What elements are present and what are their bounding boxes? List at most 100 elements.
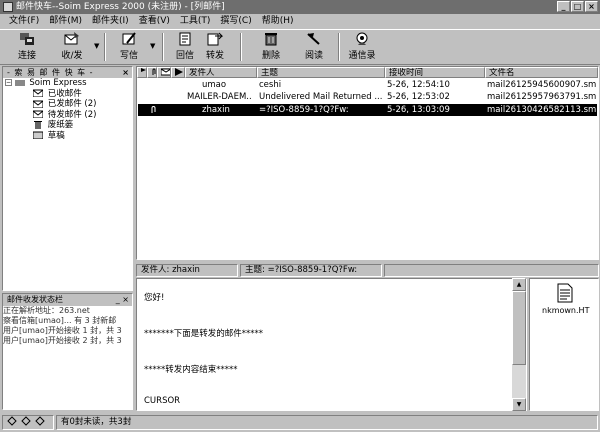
recv-send-button[interactable]: 收/发 [54, 32, 90, 64]
recv-send-dropdown-icon[interactable]: ▼ [94, 42, 99, 50]
folder-label: 已发邮件 [47, 99, 82, 109]
column-time-header[interactable]: 接收时间 [385, 67, 485, 78]
menu-mail[interactable]: 邮件(M) [44, 14, 87, 28]
folder-trash[interactable]: 废纸篓 [5, 120, 132, 131]
row-file: mail26125957963791.sml [487, 92, 597, 102]
scroll-down-arrow-icon[interactable]: ▼ [512, 398, 526, 411]
menu-folder[interactable]: 邮件夹(I) [87, 14, 134, 28]
folder-pane-header: - 索 易 邮 件 快 车 - × [3, 67, 132, 78]
status-pane-controls[interactable]: _ × [116, 294, 129, 306]
address-book-icon [356, 32, 368, 45]
transfer-status-pane: 邮件收发状态栏 _ × 正在解析地址：263.net 察看信箱[umao]...… [2, 293, 133, 410]
column-attach-header[interactable] [147, 67, 157, 78]
body-vertical-scrollbar[interactable]: ▲ ▼ [512, 278, 526, 411]
column-time-label: 接收时间 [389, 68, 424, 78]
folder-outbox[interactable]: 待发邮件 (2) [5, 110, 132, 121]
row-subject: ceshi [259, 80, 282, 90]
write-dropdown-icon[interactable]: ▼ [150, 42, 155, 50]
connect-icon [20, 33, 34, 45]
menu-view[interactable]: 查看(V) [134, 14, 175, 28]
forward-label: 转发 [205, 51, 224, 61]
window-title: 邮件快车--Soim Express 2000 (未注册) - [列邮件] [16, 2, 225, 12]
preview-subject-value: =?ISO-8859-1?Q?Fw: [267, 265, 358, 275]
folder-sent[interactable]: 已发邮件 (2) [5, 99, 132, 110]
reply-button[interactable]: 回信 [170, 32, 200, 64]
column-flag-header[interactable] [137, 67, 147, 78]
trash-icon [34, 120, 42, 129]
folder-pane: - 索 易 邮 件 快 车 - × − Soim Express 已收邮件 已发… [2, 66, 133, 291]
column-read-header[interactable] [157, 67, 171, 78]
message-row[interactable]: MAILER-DAEM.. Undelivered Mail Returned … [138, 91, 597, 103]
preview-subject-field: 主题: =?ISO-8859-1?Q?Fw: [240, 264, 382, 277]
scroll-thumb[interactable] [512, 291, 526, 365]
folder-label: 已收邮件 [47, 88, 82, 99]
row-time: 5-26, 13:03:09 [387, 105, 450, 115]
collapse-icon[interactable]: − [5, 79, 12, 86]
body-line: *******下面是转发的邮件***** [144, 329, 264, 339]
attachment-pane: nkmown.HT [529, 278, 599, 411]
drafts-icon [33, 131, 43, 139]
preview-sender-value: zhaxin [172, 265, 200, 275]
column-file-header[interactable]: 文件名 [485, 67, 598, 78]
menu-compose[interactable]: 撰写(C) [215, 14, 256, 28]
status-message: 有0封未读，共3封 [61, 417, 132, 427]
restore-button[interactable]: □ [571, 1, 584, 12]
row-subject: =?ISO-8859-1?Q?Fw: [259, 105, 349, 115]
log-line: 用户[umao]开始接收 1 封，共 3 [3, 326, 122, 335]
reply-label: 回信 [175, 51, 194, 61]
row-file: mail26125945600907.sml [487, 80, 597, 90]
menu-help[interactable]: 帮助(H) [257, 14, 299, 28]
close-button[interactable]: × [585, 1, 598, 12]
message-body[interactable]: 您好! *******下面是转发的邮件***** *****转发内容结束****… [136, 278, 527, 411]
row-sender: MAILER-DAEM.. [187, 92, 252, 102]
connect-button[interactable]: 连接 [10, 32, 44, 64]
menu-file[interactable]: 文件(F) [4, 14, 44, 28]
menu-tools[interactable]: 工具(T) [175, 14, 216, 28]
status-icons [2, 415, 54, 430]
preview-header: 发件人: zhaxin 主题: =?ISO-8859-1?Q?Fw: [136, 264, 599, 277]
delete-button[interactable]: 删除 [256, 32, 286, 64]
row-file: mail26130426582113.sml [487, 105, 597, 115]
toolbar-separator [162, 33, 164, 61]
column-status-header[interactable] [171, 67, 185, 78]
message-row-selected[interactable]: zhaxin =?ISO-8859-1?Q?Fw: 5-26, 13:03:09… [138, 104, 597, 116]
folder-pane-close-icon[interactable]: × [122, 67, 130, 78]
address-book-button[interactable]: 通信录 [344, 32, 380, 64]
column-file-label: 文件名 [489, 68, 515, 78]
column-subject-header[interactable]: 主题 [257, 67, 385, 78]
write-button[interactable]: 写信 [114, 32, 144, 64]
preview-header-blank [384, 264, 599, 277]
preview-subject-label: 主题: [245, 265, 265, 275]
folder-count: (2) [84, 99, 97, 109]
transfer-log: 正在解析地址：263.net 察看信箱[umao]... 有 3 封新邮 用户[… [3, 306, 132, 346]
write-icon [122, 32, 136, 45]
transfer-status-title: 邮件收发状态栏 [7, 295, 63, 304]
row-subject: Undelivered Mail Returned ... [259, 92, 383, 102]
transfer-status-header: 邮件收发状态栏 _ × [3, 294, 132, 306]
folder-drafts[interactable]: 草稿 [5, 131, 132, 142]
message-row[interactable]: umao ceshi 5-26, 12:54:10 mail2612594560… [138, 79, 597, 91]
title-bar: 邮件快车--Soim Express 2000 (未注册) - [列邮件] _ … [0, 0, 600, 14]
toolbar-separator [104, 33, 106, 61]
recv-send-label: 收/发 [61, 51, 83, 61]
row-sender: zhaxin [202, 105, 230, 115]
scroll-up-arrow-icon[interactable]: ▲ [512, 278, 526, 291]
folder-inbox[interactable]: 已收邮件 [5, 89, 132, 100]
folder-root[interactable]: − Soim Express [5, 78, 132, 89]
address-book-label: 通信录 [348, 51, 376, 61]
message-list: 发件人 主题 接收时间 文件名 umao ceshi 5-26, 12:54:1… [136, 66, 599, 260]
attachment-item[interactable]: nkmown.HT [542, 283, 590, 315]
read-button[interactable]: 阅读 [298, 32, 330, 64]
forward-icon [207, 32, 223, 46]
reply-icon [179, 32, 191, 46]
column-sender-header[interactable]: 发件人 [185, 67, 257, 78]
attachment-name: nkmown.HT [542, 306, 590, 315]
status-bar: 有0封未读，共3封 [0, 413, 600, 432]
delete-icon [265, 33, 277, 46]
forward-button[interactable]: 转发 [200, 32, 230, 64]
log-line: 用户[umao]开始接收 2 封，共 3 [3, 336, 122, 345]
folder-label: 待发邮件 [47, 109, 82, 120]
minimize-button[interactable]: _ [557, 1, 570, 12]
row-time: 5-26, 12:54:10 [387, 80, 450, 90]
folder-tree: − Soim Express 已收邮件 已发邮件 (2) 待发邮件 (2) 废纸… [3, 78, 132, 141]
